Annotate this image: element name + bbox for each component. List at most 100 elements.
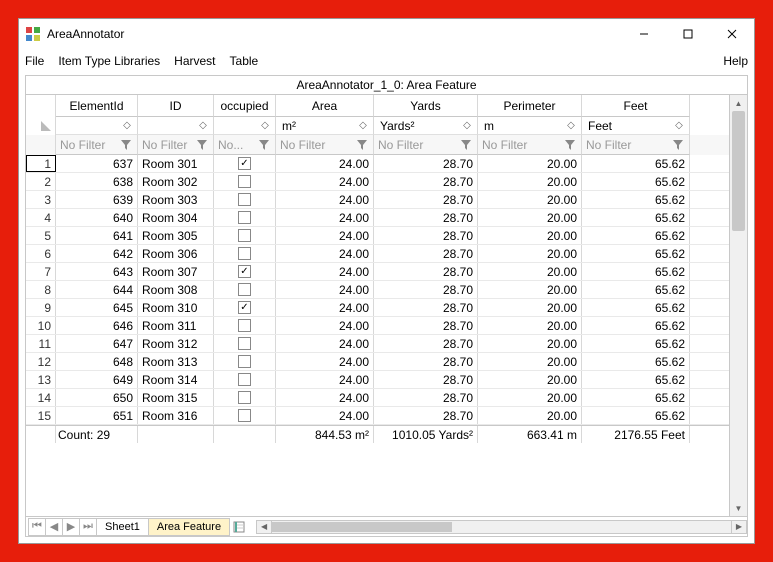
- cell-feet[interactable]: 65.62: [582, 173, 690, 190]
- checkbox[interactable]: [238, 157, 251, 170]
- cell-area[interactable]: 24.00: [276, 209, 374, 226]
- cell-area[interactable]: 24.00: [276, 191, 374, 208]
- filter-id[interactable]: No Filter: [142, 138, 195, 152]
- funnel-icon[interactable]: [671, 138, 685, 152]
- cell-elementid[interactable]: 649: [56, 371, 138, 388]
- cell-feet[interactable]: 65.62: [582, 191, 690, 208]
- sort-icon[interactable]: [565, 120, 577, 132]
- cell-id[interactable]: Room 307: [138, 263, 214, 280]
- cell-yards[interactable]: 28.70: [374, 353, 478, 370]
- cell-feet[interactable]: 65.62: [582, 299, 690, 316]
- filter-elementid[interactable]: No Filter: [60, 138, 119, 152]
- filter-area[interactable]: No Filter: [280, 138, 355, 152]
- cell-perimeter[interactable]: 20.00: [478, 407, 582, 424]
- cell-yards[interactable]: 28.70: [374, 155, 478, 172]
- cell-feet[interactable]: 65.62: [582, 335, 690, 352]
- cell-yards[interactable]: 28.70: [374, 173, 478, 190]
- funnel-icon[interactable]: [119, 138, 133, 152]
- cell-elementid[interactable]: 651: [56, 407, 138, 424]
- cell-yards[interactable]: 28.70: [374, 335, 478, 352]
- cell-area[interactable]: 24.00: [276, 407, 374, 424]
- table-row[interactable]: 14650Room 31524.0028.7020.0065.62: [26, 389, 729, 407]
- cell-perimeter[interactable]: 20.00: [478, 209, 582, 226]
- row-number[interactable]: 10: [26, 317, 56, 334]
- filter-yards[interactable]: No Filter: [378, 138, 459, 152]
- col-header-id[interactable]: ID: [138, 95, 214, 117]
- cell-feet[interactable]: 65.62: [582, 353, 690, 370]
- row-number[interactable]: 12: [26, 353, 56, 370]
- table-row[interactable]: 5641Room 30524.0028.7020.0065.62: [26, 227, 729, 245]
- tab-nav-prev[interactable]: ◀: [45, 518, 63, 536]
- checkbox[interactable]: [238, 373, 251, 386]
- cell-area[interactable]: 24.00: [276, 353, 374, 370]
- maximize-button[interactable]: [666, 20, 710, 48]
- col-header-area[interactable]: Area: [276, 95, 374, 117]
- table-row[interactable]: 6642Room 30624.0028.7020.0065.62: [26, 245, 729, 263]
- cell-elementid[interactable]: 648: [56, 353, 138, 370]
- row-number[interactable]: 1: [26, 155, 56, 172]
- titlebar[interactable]: AreaAnnotator: [19, 19, 754, 49]
- table-row[interactable]: 15651Room 31624.0028.7020.0065.62: [26, 407, 729, 425]
- funnel-icon[interactable]: [563, 138, 577, 152]
- cell-occupied[interactable]: [214, 245, 276, 262]
- cell-occupied[interactable]: [214, 371, 276, 388]
- cell-feet[interactable]: 65.62: [582, 389, 690, 406]
- cell-feet[interactable]: 65.62: [582, 155, 690, 172]
- tab-area-feature[interactable]: Area Feature: [148, 518, 230, 536]
- checkbox[interactable]: [238, 319, 251, 332]
- cell-occupied[interactable]: [214, 155, 276, 172]
- tab-sheet1[interactable]: Sheet1: [96, 518, 149, 536]
- col-header-yards[interactable]: Yards: [374, 95, 478, 117]
- menu-help[interactable]: Help: [723, 54, 748, 68]
- funnel-icon[interactable]: [195, 138, 209, 152]
- cell-yards[interactable]: 28.70: [374, 209, 478, 226]
- col-header-occupied[interactable]: occupied: [214, 95, 276, 117]
- cell-id[interactable]: Room 304: [138, 209, 214, 226]
- row-number[interactable]: 14: [26, 389, 56, 406]
- cell-feet[interactable]: 65.62: [582, 227, 690, 244]
- cell-occupied[interactable]: [214, 173, 276, 190]
- table-row[interactable]: 10646Room 31124.0028.7020.0065.62: [26, 317, 729, 335]
- row-number[interactable]: 5: [26, 227, 56, 244]
- cell-elementid[interactable]: 642: [56, 245, 138, 262]
- cell-perimeter[interactable]: 20.00: [478, 371, 582, 388]
- menu-harvest[interactable]: Harvest: [174, 54, 215, 68]
- cell-id[interactable]: Room 302: [138, 173, 214, 190]
- cell-elementid[interactable]: 643: [56, 263, 138, 280]
- cell-occupied[interactable]: [214, 353, 276, 370]
- menu-file[interactable]: File: [25, 54, 44, 68]
- cell-yards[interactable]: 28.70: [374, 317, 478, 334]
- cell-area[interactable]: 24.00: [276, 155, 374, 172]
- cell-elementid[interactable]: 644: [56, 281, 138, 298]
- row-number[interactable]: 15: [26, 407, 56, 424]
- cell-elementid[interactable]: 647: [56, 335, 138, 352]
- sort-icon[interactable]: [259, 120, 271, 132]
- checkbox[interactable]: [238, 175, 251, 188]
- cell-id[interactable]: Room 301: [138, 155, 214, 172]
- cell-feet[interactable]: 65.62: [582, 317, 690, 334]
- cell-elementid[interactable]: 638: [56, 173, 138, 190]
- table-row[interactable]: 1637Room 30124.0028.7020.0065.62: [26, 155, 729, 173]
- cell-yards[interactable]: 28.70: [374, 371, 478, 388]
- vertical-scrollbar[interactable]: ▲ ▼: [729, 95, 747, 516]
- scroll-right-icon[interactable]: ▶: [731, 520, 747, 534]
- checkbox[interactable]: [238, 247, 251, 260]
- cell-elementid[interactable]: 645: [56, 299, 138, 316]
- cell-area[interactable]: 24.00: [276, 335, 374, 352]
- menu-table[interactable]: Table: [230, 54, 259, 68]
- row-number[interactable]: 13: [26, 371, 56, 388]
- funnel-icon[interactable]: [355, 138, 369, 152]
- scroll-thumb[interactable]: [732, 111, 745, 231]
- row-number[interactable]: 9: [26, 299, 56, 316]
- cell-id[interactable]: Room 308: [138, 281, 214, 298]
- cell-id[interactable]: Room 316: [138, 407, 214, 424]
- cell-occupied[interactable]: [214, 407, 276, 424]
- cell-occupied[interactable]: [214, 299, 276, 316]
- cell-perimeter[interactable]: 20.00: [478, 155, 582, 172]
- cell-feet[interactable]: 65.62: [582, 245, 690, 262]
- cell-elementid[interactable]: 641: [56, 227, 138, 244]
- cell-yards[interactable]: 28.70: [374, 227, 478, 244]
- checkbox[interactable]: [238, 265, 251, 278]
- cell-area[interactable]: 24.00: [276, 389, 374, 406]
- cell-feet[interactable]: 65.62: [582, 209, 690, 226]
